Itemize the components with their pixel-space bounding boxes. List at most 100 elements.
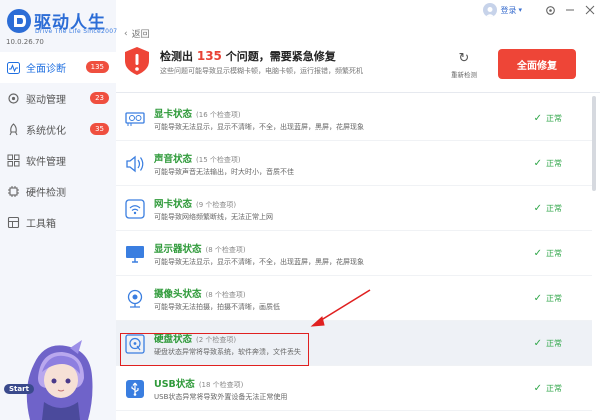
grid-icon [6,154,20,168]
status-text: 正常 [546,249,562,258]
item-count: (8 个检查项) [205,246,246,254]
check-icon: ✓ [533,203,542,214]
item-title-text: 声音状态 [154,154,193,165]
item-title-text: USB状态 [154,379,195,390]
user-login[interactable]: 登录 ▾ [483,3,522,17]
settings-icon[interactable] [540,0,560,20]
item-count: (18 个检查项) [198,381,244,389]
item-description: 可能导致无法拍摄，拍摄不清晰，画质低 [154,303,280,311]
app-subtitle: Drive The Life Since2007 [35,28,118,35]
pulse-icon [6,61,20,75]
sidebar-item-full-diagnosis[interactable]: 全面诊断 135 [0,52,116,83]
item-count: (16 个检查项) [196,111,241,119]
wifi-icon [124,198,146,220]
logo-icon [7,9,31,33]
check-list: 显卡状态 (16 个检查项) 可能导致无法显示，显示不清晰，不全，出现蓝屏，黑屏，… [116,96,592,420]
alert-prefix: 检测出 [160,50,193,63]
list-item[interactable]: USB状态 (18 个检查项) USB状态异常将导致外置设备无法正常使用 ✓ 正常 [116,366,592,411]
chip-icon [6,185,20,199]
sidebar-item-label: 工具箱 [26,219,56,230]
sidebar-item-label: 硬件检测 [26,188,66,199]
sidebar-item-label: 全面诊断 [26,64,66,75]
item-title: 声音状态 (15 个检查项) [154,151,241,165]
count-badge: 35 [90,123,109,135]
repair-all-button[interactable]: 全面修复 [498,49,576,79]
count-badge: 135 [85,61,109,73]
status-badge: ✓ 正常 [534,338,562,349]
sidebar-item-software-management[interactable]: 软件管理 [0,145,116,176]
status-text: 正常 [546,204,562,213]
chevron-left-icon: ‹ [124,28,128,39]
status-badge: ✓ 正常 [534,203,562,214]
sidebar-item-label: 驱动管理 [26,95,66,106]
check-icon: ✓ [533,383,542,394]
start-badge[interactable]: Start [4,384,34,394]
sidebar-item-system-optimization[interactable]: 系统优化 35 [0,114,116,145]
annotation-highlight-box [120,333,309,366]
login-label: 登录 [500,5,517,15]
item-description: USB状态异常将导致外置设备无法正常使用 [154,393,288,401]
caret-down-icon: ▾ [518,6,522,14]
status-text: 正常 [546,294,562,303]
status-badge: ✓ 正常 [534,383,562,394]
list-item[interactable]: 显卡状态 (16 个检查项) 可能导致无法显示，显示不清晰，不全，出现蓝屏，黑屏，… [116,96,592,141]
sidebar-nav: 全面诊断 135 驱动管理 23 系统优化 35 软件管理 硬件检测 工具箱 [0,52,116,238]
scrollbar[interactable] [592,96,597,396]
issue-count: 135 [196,49,222,63]
camera-icon [124,288,146,310]
monitor-icon [124,243,146,265]
page-title: 检测出 135 个问题，需要紧急修复 [160,48,336,64]
sidebar-item-toolbox[interactable]: 工具箱 [0,207,116,238]
check-icon: ✓ [533,113,542,124]
toolbox-icon [6,216,20,230]
close-icon[interactable] [580,0,600,20]
list-item[interactable]: 声音状态 (15 个检查项) 可能导致声音无法输出，时大时小，音质不佳 ✓ 正常 [116,141,592,186]
check-icon: ✓ [533,248,542,259]
list-item[interactable]: 显示器状态 (8 个检查项) 可能导致无法显示，显示不清晰，不全，出现蓝屏，黑屏，… [116,231,592,276]
sidebar: 驱动人生 Drive The Life Since2007 10.0.26.70… [0,0,118,420]
back-label: 返回 [131,30,150,40]
scrollbar-thumb[interactable] [592,96,596,191]
item-count: (15 个检查项) [196,156,241,164]
item-title: 网卡状态 (9 个检查项) [154,196,236,210]
item-title-text: 显示器状态 [154,244,202,255]
rescan-button[interactable]: ↻ 重新检测 [448,52,480,82]
list-item[interactable]: 网卡状态 (9 个检查项) 可能导致网络频繁断线，无法正常上网 ✓ 正常 [116,186,592,231]
sidebar-item-label: 软件管理 [26,157,66,168]
item-title-text: 网卡状态 [154,199,193,210]
item-description: 可能导致无法显示，显示不清晰，不全，出现蓝屏，黑屏，花屏现象 [154,123,364,131]
status-badge: ✓ 正常 [534,293,562,304]
alert-description: 这些问题可能导致显示模糊卡顿，电脑卡顿，运行报错，频繁死机 [160,67,363,75]
sidebar-item-driver-management[interactable]: 驱动管理 23 [0,83,116,114]
rescan-label: 重新检测 [451,71,477,79]
diagnosis-summary: 检测出 135 个问题，需要紧急修复 这些问题可能导致显示模糊卡顿，电脑卡顿，运… [122,44,600,86]
avatar [483,3,498,17]
rocket-icon [6,123,20,137]
list-item[interactable]: 摄像头状态 (8 个检查项) 可能导致无法拍摄，拍摄不清晰，画质低 ✓ 正常 [116,276,592,321]
refresh-icon: ↻ [458,51,470,66]
item-title: 摄像头状态 (8 个检查项) [154,286,246,300]
item-count: (8 个检查项) [205,291,246,299]
check-icon: ✓ [533,338,542,349]
gear-icon [6,92,20,106]
divider [116,92,600,93]
item-count: (9 个检查项) [196,201,237,209]
item-description: 可能导致网络频繁断线，无法正常上网 [154,213,273,221]
item-description: 可能导致无法显示，显示不清晰，不全，出现蓝屏，黑屏，花屏现象 [154,258,364,266]
alert-suffix: 个问题，需要紧急修复 [225,50,336,63]
window-controls: 登录 ▾ [483,0,600,20]
minimize-icon[interactable] [560,0,580,20]
speaker-icon [124,153,146,175]
item-description: 可能导致声音无法输出，时大时小，音质不佳 [154,168,294,176]
gpu-icon [124,108,146,130]
mascot-illustration [26,340,93,420]
back-link[interactable]: ‹ 返回 [124,27,150,41]
sidebar-item-hardware-detection[interactable]: 硬件检测 [0,176,116,207]
warning-shield-icon [125,47,149,75]
item-title: USB状态 (18 个检查项) [154,376,243,390]
status-text: 正常 [546,159,562,168]
status-text: 正常 [546,384,562,393]
count-badge: 23 [90,92,109,104]
status-badge: ✓ 正常 [534,158,562,169]
item-title-text: 显卡状态 [154,109,193,120]
